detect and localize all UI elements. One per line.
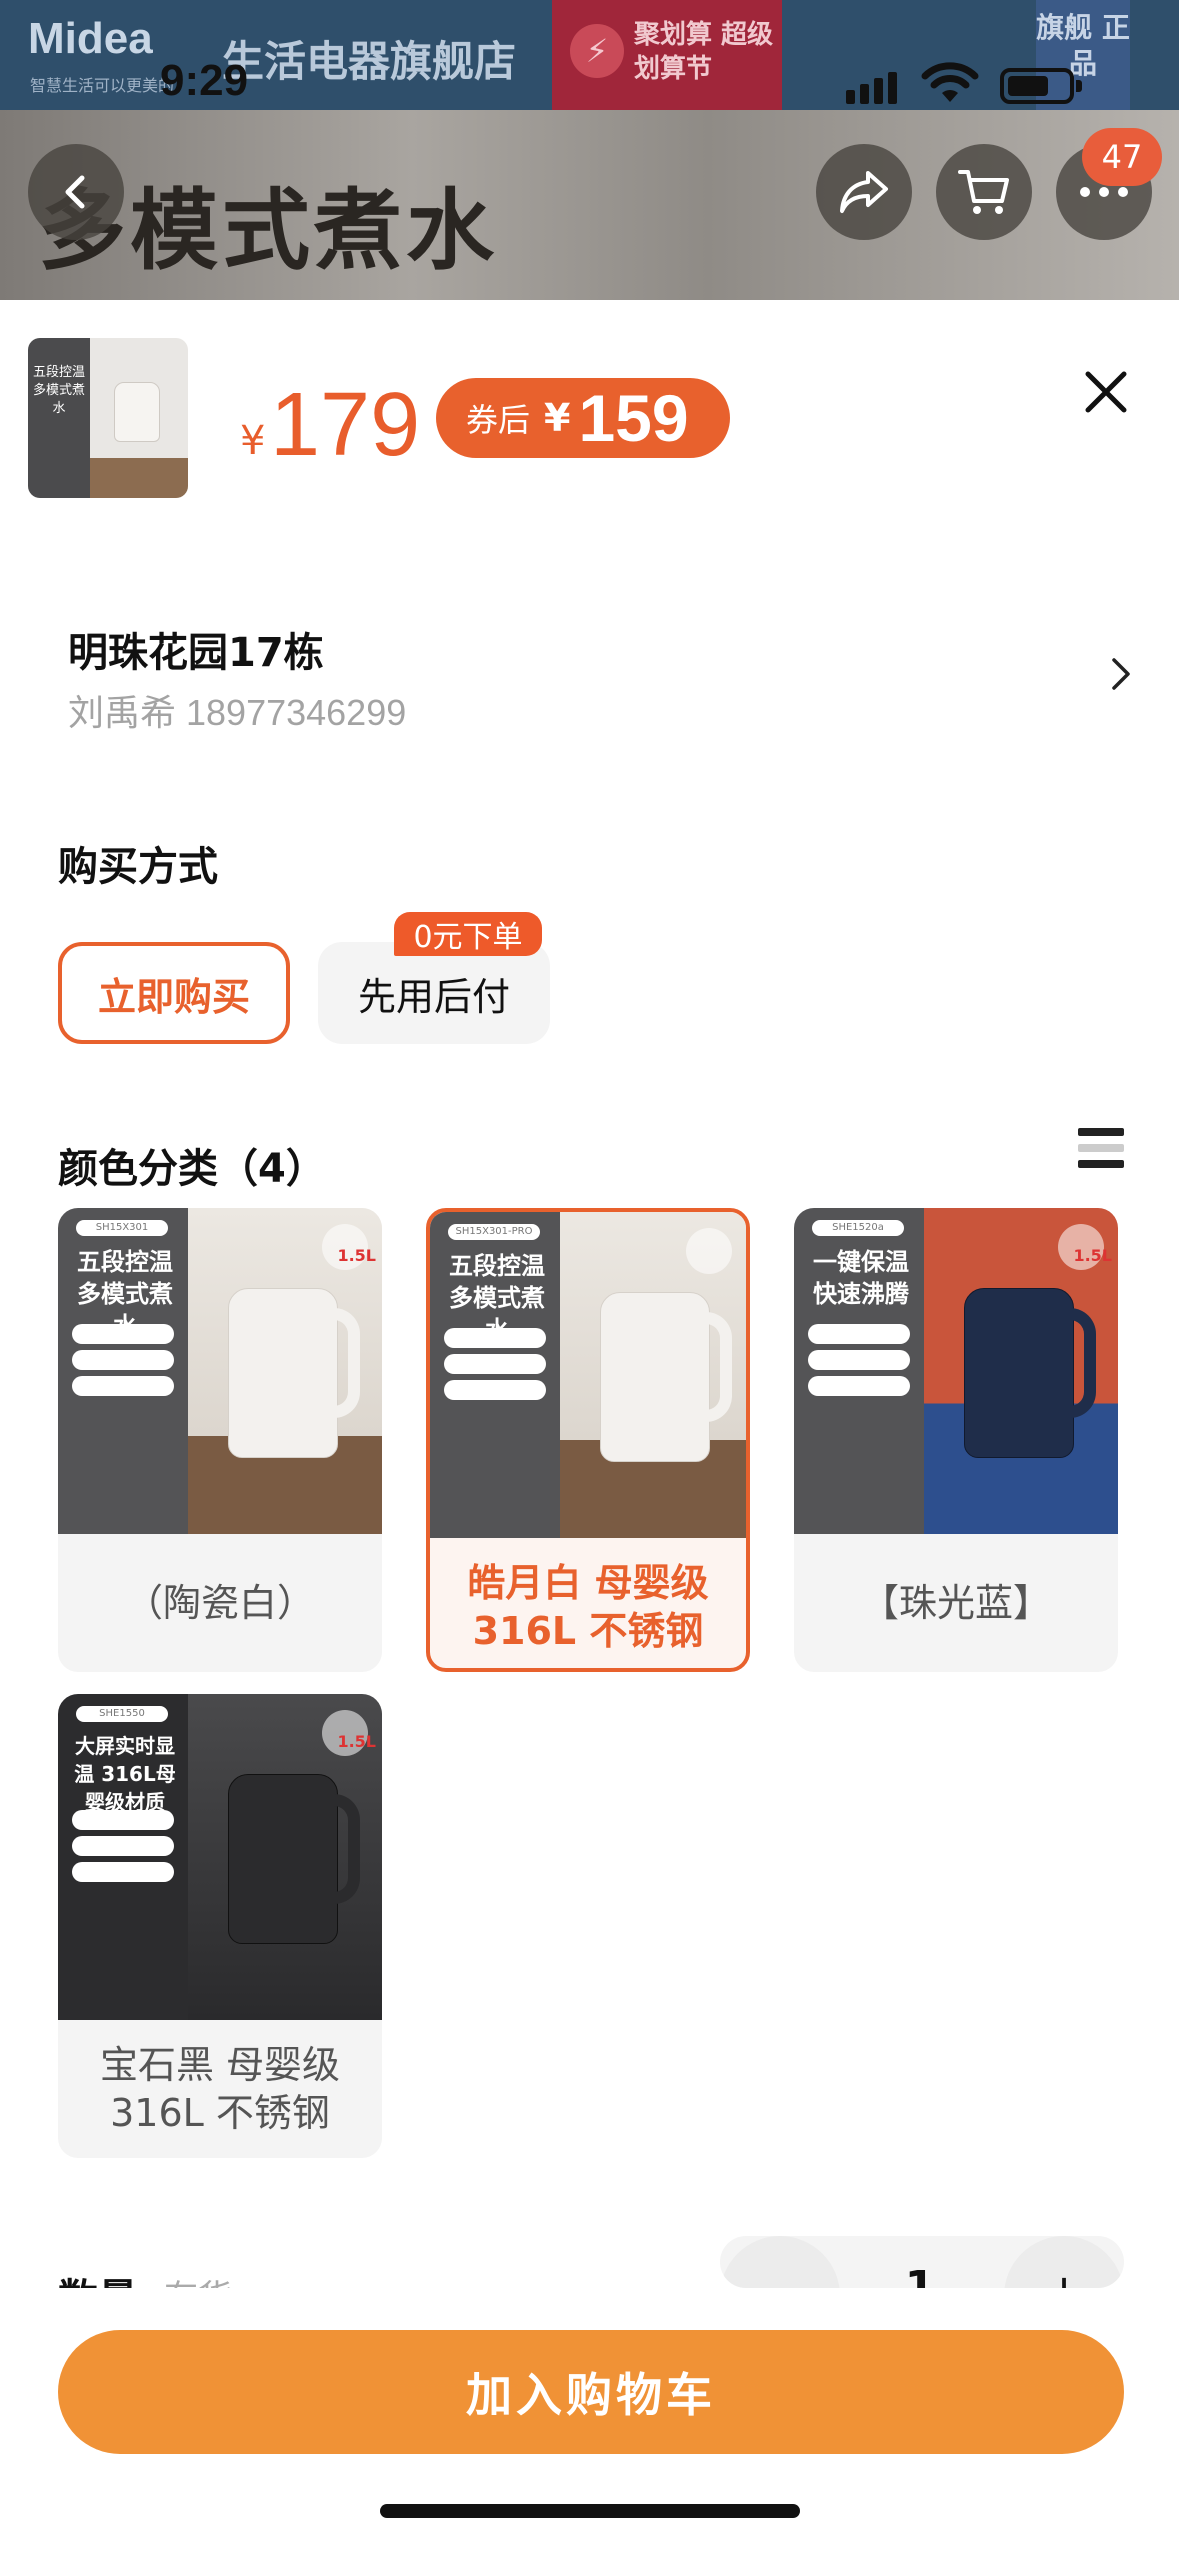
lightning-icon: ⚡ [570,24,624,78]
kettle-image [964,1288,1074,1458]
quantity-stepper[interactable]: − 1 + [720,2236,1124,2288]
status-time: 9:29 [160,56,249,105]
pay-later-option[interactable]: 先用后付 [318,942,550,1044]
list-view-icon[interactable] [1078,1128,1124,1174]
variant-image: SHE1520a 一键保温 快速沸腾 1.5L [794,1208,1118,1534]
expand-icon[interactable] [686,1228,732,1274]
quantity-plus-button[interactable]: + [1004,2236,1124,2288]
thumbnail-caption: 五段控温 多模式煮水 [32,365,85,416]
address-contact[interactable]: 刘禹希 18977346299 [68,684,406,736]
capacity-label: 1.5L [337,1246,376,1265]
variant-image: SHE1550 大屏实时显温 316L母婴级材质 1.5L [58,1694,382,2020]
coupon-price: 159 [578,381,689,455]
brand-logo: Midea [28,14,153,63]
share-button[interactable] [816,144,912,240]
coupon-price-badge: 券后 ¥ 159 [436,378,730,458]
stock-status: 有货 [164,2270,232,2288]
kettle-image [600,1292,710,1462]
wifi-icon [921,62,979,102]
share-icon [840,171,888,213]
cart-count-badge: 47 [1082,128,1162,186]
promo-badge: ⚡ 聚划算 超级划算节 [552,0,782,110]
quantity-minus-button[interactable]: − [720,2236,840,2288]
promo-text: 聚划算 超级划算节 [634,20,774,84]
variant-model: SH15X301 [76,1220,168,1236]
variant-label: 【珠光蓝】 [860,1581,1051,1625]
quantity-label: 数量 [58,2266,138,2288]
coupon-currency: ¥ [544,396,571,440]
battery-icon [1000,68,1082,104]
home-indicator [380,2504,800,2518]
color-variant-option[interactable]: SHE1550 大屏实时显温 316L母婴级材质 1.5L 宝石黑 母婴级 31… [58,1694,382,2158]
variant-model: SH15X301-PRO [448,1224,540,1240]
back-button[interactable] [28,144,124,240]
variant-label: （陶瓷白） [124,1581,315,1625]
variant-image: SH15X301-PRO 五段控温 多模式煮水 [430,1212,746,1538]
price: 179 [270,375,421,475]
thumbnail-caption-panel: 五段控温 多模式煮水 [28,338,90,498]
sku-selector-screen: Midea 智慧生活可以更美的 生活电器旗舰店 ⚡ 聚划算 超级划算节 旗舰 正… [0,0,1179,2556]
sku-bottom-sheet: 五段控温 多模式煮水 ¥ 179 券后 ¥ 159 明珠花园17栋 刘禹希 18… [0,300,1179,2556]
variant-headline: 大屏实时显温 316L母婴级材质 [74,1734,176,1814]
variant-label: 宝石黑 母婴级 316L 不锈钢 [99,2043,341,2135]
close-icon[interactable] [1078,364,1134,420]
variant-model: SHE1520a [812,1220,904,1236]
capacity-label: 1.5L [1073,1246,1112,1265]
color-variant-option[interactable]: SHE1520a 一键保温 快速沸腾 1.5L 【珠光蓝】 [794,1208,1118,1672]
variant-model: SHE1550 [76,1706,168,1722]
add-to-cart-button[interactable]: 加入购物车 [58,2330,1124,2454]
thumbnail-table [90,458,188,498]
color-category-title: 颜色分类（4） [58,1146,326,1192]
address-title[interactable]: 明珠花园17栋 [68,620,324,678]
variant-image: SH15X301 五段控温 多模式煮水 1.5L [58,1208,382,1534]
store-name: 生活电器旗舰店 [222,37,517,86]
color-variant-option-selected[interactable]: SH15X301-PRO 五段控温 多模式煮水 皓月白 母婴级 316L 不锈钢 [426,1208,750,1672]
brand-slogan: 智慧生活可以更美的 [30,76,175,95]
price-currency: ¥ [240,418,266,464]
color-variant-option[interactable]: SH15X301 五段控温 多模式煮水 1.5L （陶瓷白） [58,1208,382,1672]
coupon-label: 券后 [466,401,531,439]
variant-headline: 一键保温 快速沸腾 [813,1248,909,1308]
product-thumbnail[interactable]: 五段控温 多模式煮水 [28,338,188,498]
pay-later-tag: 0元下单 [394,912,542,956]
kettle-image [228,1774,338,1944]
capacity-label: 1.5L [337,1732,376,1751]
buy-now-option[interactable]: 立即购买 [58,942,290,1044]
quantity-value[interactable]: 1 [880,2262,960,2288]
purchase-method-title: 购买方式 [58,844,218,890]
more-icon [1080,187,1128,197]
kettle-image [228,1288,338,1458]
back-arrow-icon [65,175,85,209]
chevron-right-icon[interactable] [1108,654,1136,694]
cart-icon [958,170,1009,214]
thumbnail-kettle-image [114,382,160,442]
cellular-signal-icon [846,72,897,104]
cart-button[interactable] [936,144,1032,240]
variant-label: 皓月白 母婴级 316L 不锈钢 [467,1561,709,1653]
